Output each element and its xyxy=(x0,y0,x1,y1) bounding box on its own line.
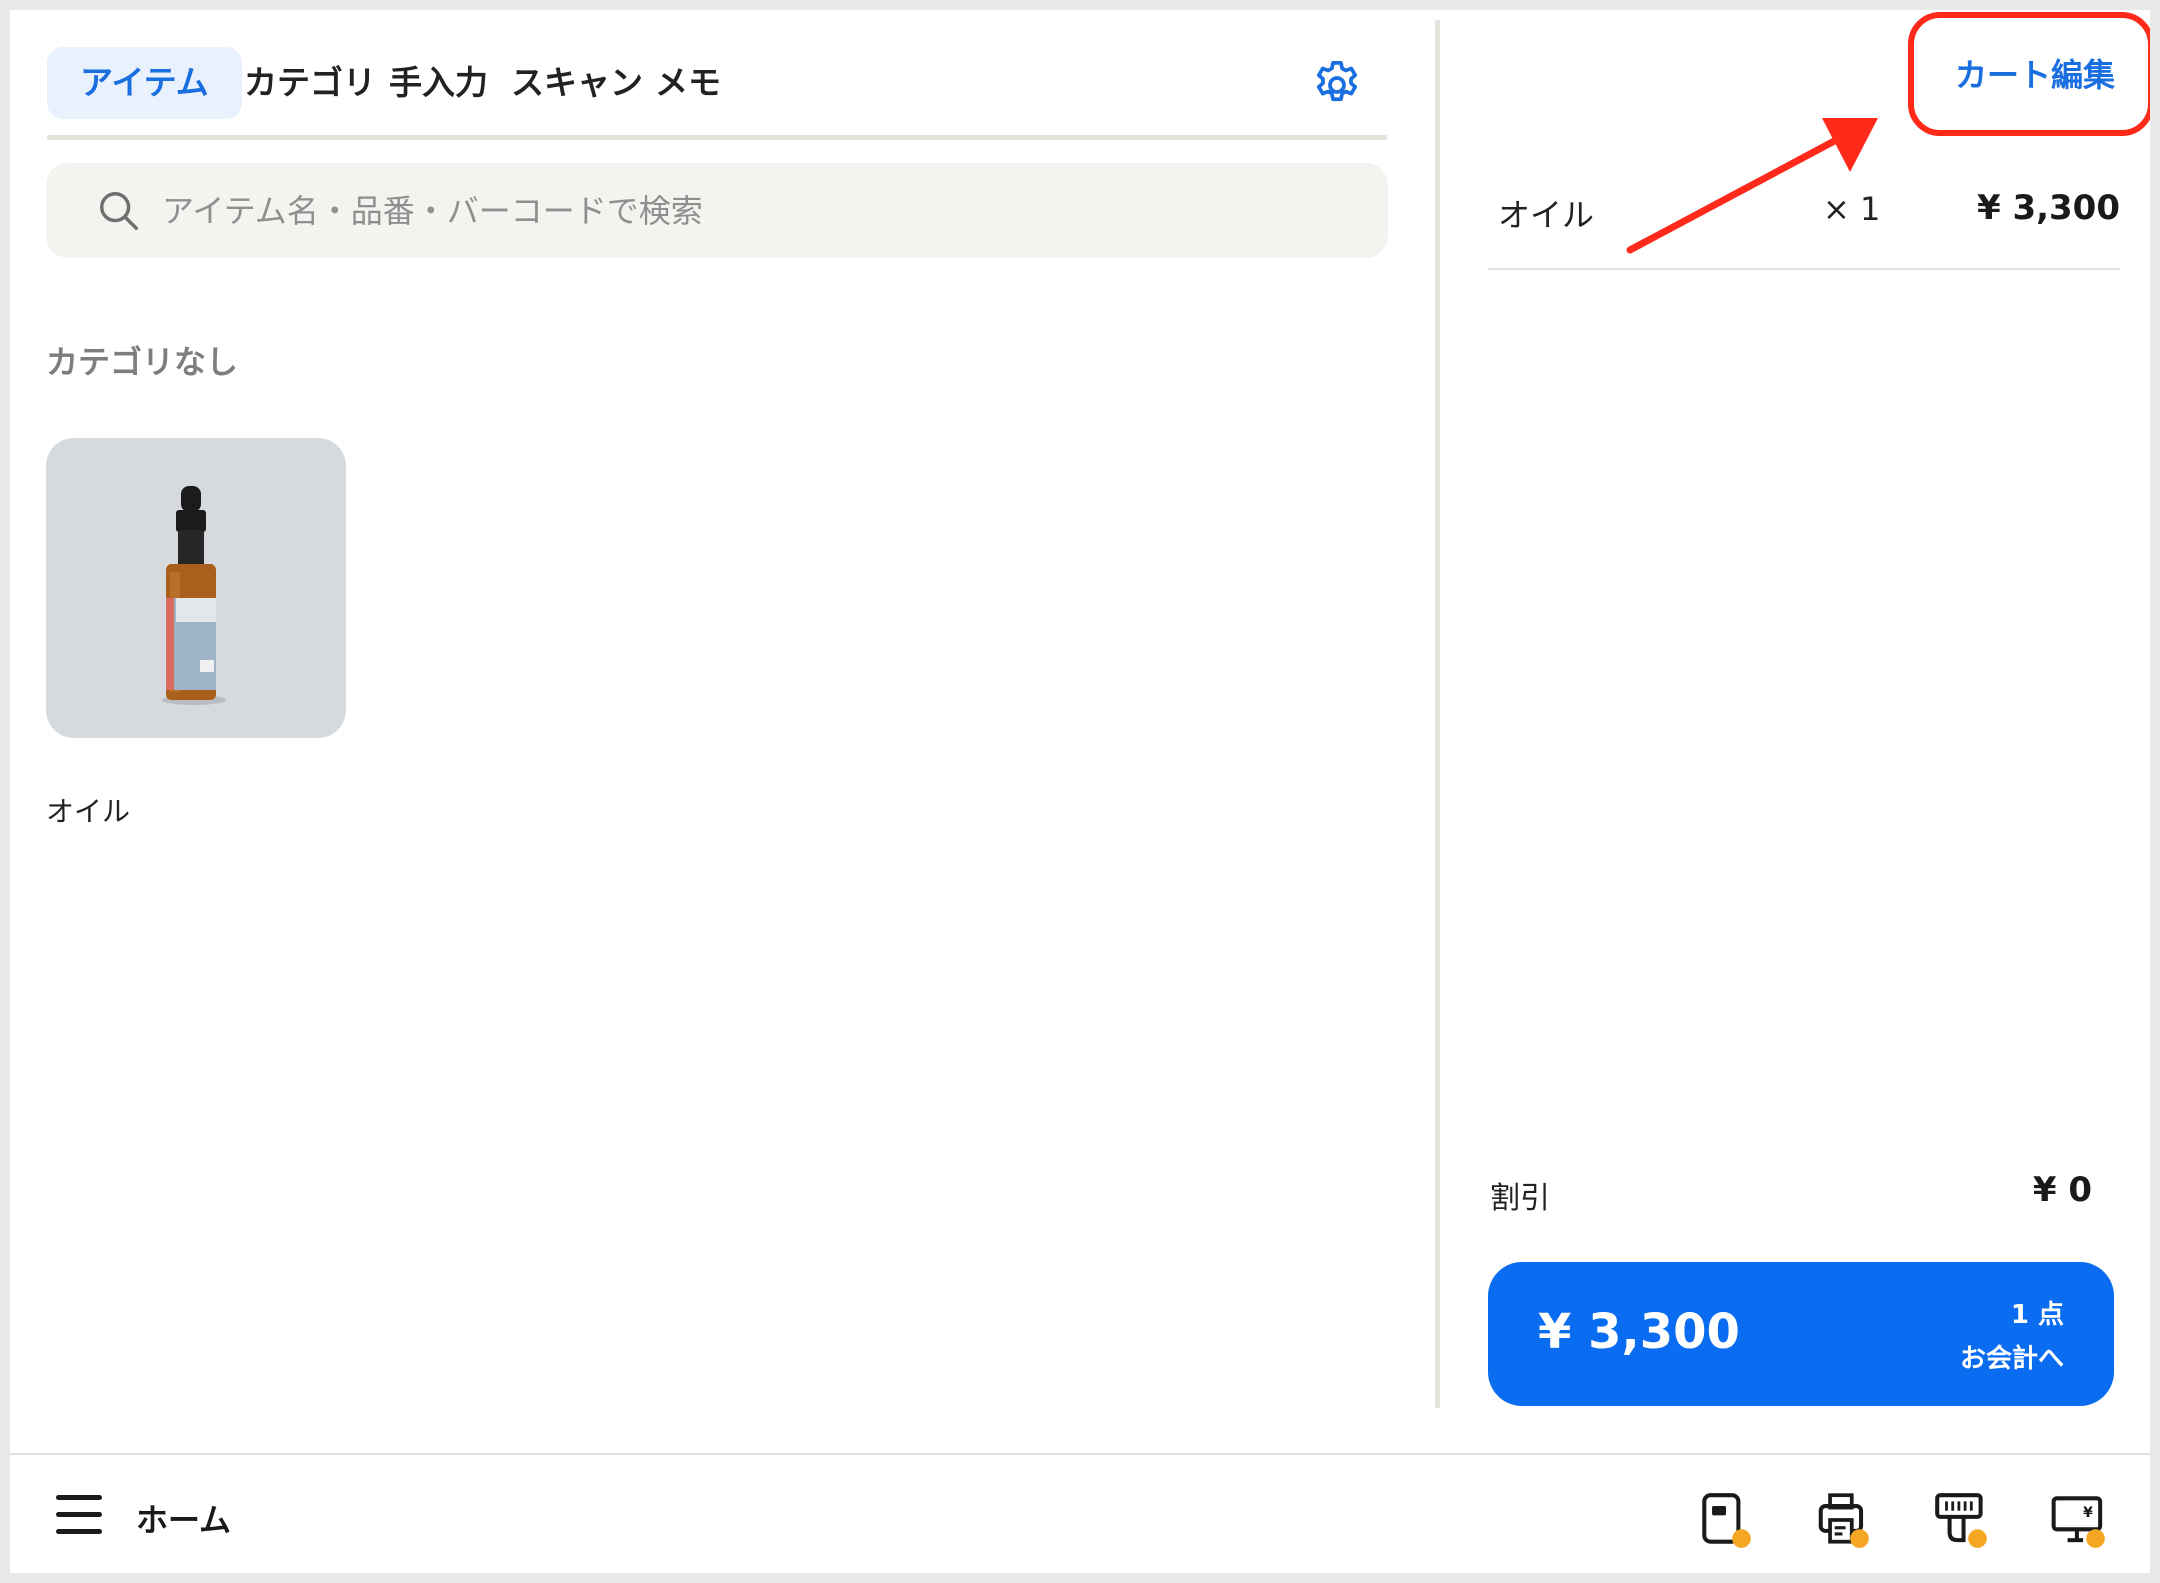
home-label[interactable]: ホーム xyxy=(136,1495,231,1541)
item-label-oil: オイル xyxy=(46,795,131,828)
highlight-callout-box xyxy=(1908,12,2150,136)
cart-item-quantity: × 1 xyxy=(1823,190,1881,228)
discount-value: ¥ 0 xyxy=(2032,1170,2092,1210)
hamburger-menu-icon[interactable] xyxy=(56,1495,102,1535)
cart-item-name: オイル xyxy=(1498,196,1595,234)
cart-item-price: ¥ 3,300 xyxy=(1976,188,2120,228)
checkout-item-count: 1 点 xyxy=(2010,1300,2064,1330)
tab-memo[interactable]: メモ xyxy=(622,47,754,119)
item-tile-oil[interactable] xyxy=(46,438,346,738)
search-bar xyxy=(46,163,1388,258)
panel-divider xyxy=(1435,20,1440,1408)
checkout-label: お会計へ xyxy=(1959,1344,2064,1374)
receipt-printer-icon[interactable] xyxy=(1813,1489,1875,1551)
gear-icon[interactable] xyxy=(1309,57,1365,113)
search-icon xyxy=(100,192,138,230)
pos-register-screen: アイテム カテゴリ 手入力 スキャン メモ カテゴリなし xyxy=(10,10,2150,1573)
card-reader-icon[interactable] xyxy=(1695,1489,1757,1551)
svg-text:¥: ¥ xyxy=(2083,1505,2093,1521)
cart-line-item[interactable]: オイル × 1 ¥ 3,300 xyxy=(1488,170,2120,270)
checkout-total: ¥ 3,300 xyxy=(1538,1304,1740,1360)
customer-display-icon[interactable]: ¥ xyxy=(2049,1489,2111,1551)
catalog-panel: アイテム カテゴリ 手入力 スキャン メモ カテゴリなし xyxy=(10,10,1435,1440)
category-heading: カテゴリなし xyxy=(46,343,239,381)
search-input[interactable] xyxy=(162,163,1342,258)
discount-label[interactable]: 割引 xyxy=(1490,1173,1550,1217)
catalog-tab-bar: アイテム カテゴリ 手入力 スキャン メモ xyxy=(47,37,1387,140)
oil-bottle-image xyxy=(162,486,226,705)
checkout-button[interactable]: ¥ 3,300 1 点 お会計へ xyxy=(1488,1262,2114,1406)
bottom-bar: ホーム ¥ xyxy=(10,1453,2150,1573)
barcode-scanner-icon[interactable] xyxy=(1931,1489,1993,1551)
